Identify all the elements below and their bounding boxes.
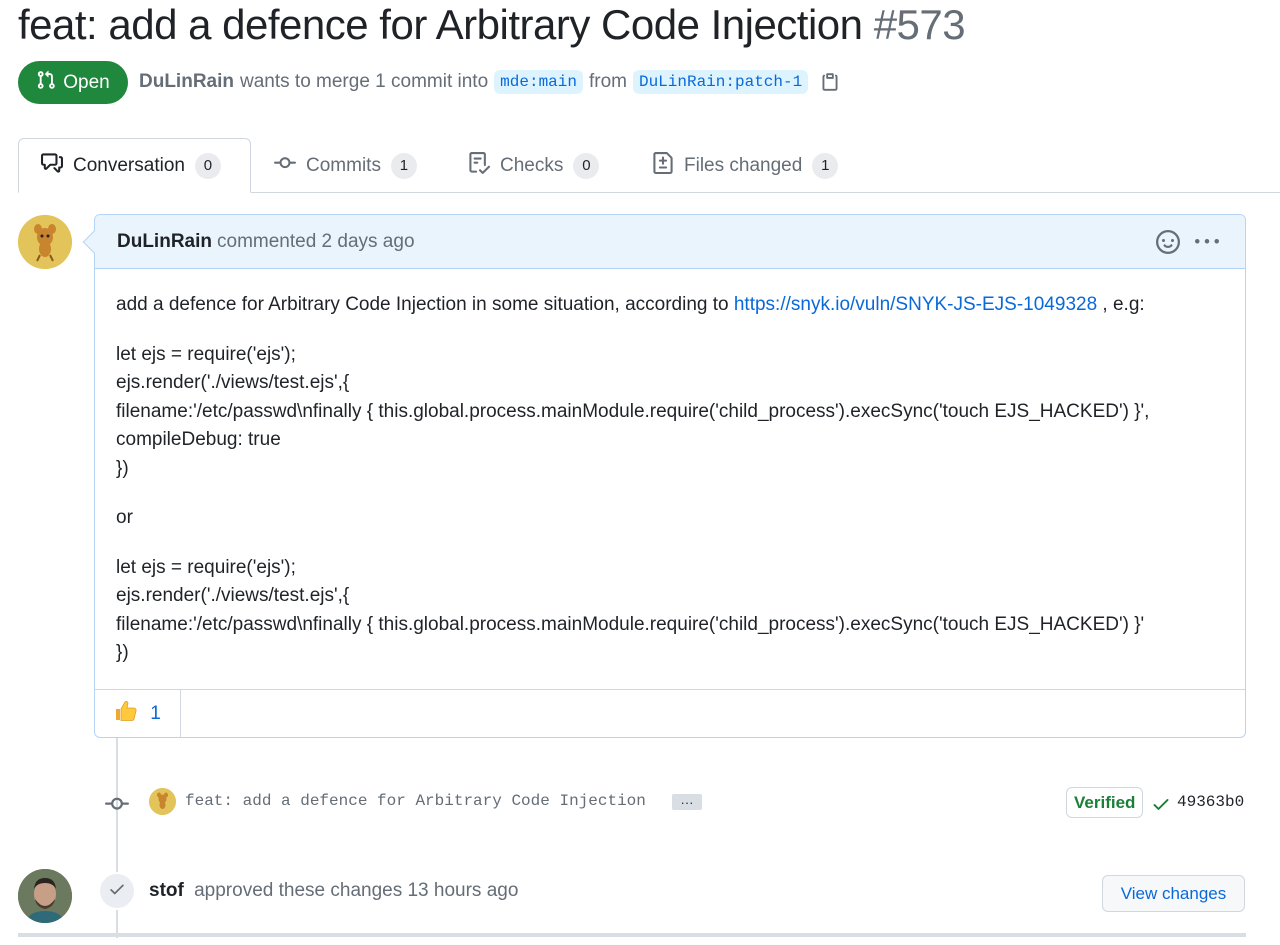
code-example-2: let ejs = require('ejs'); ejs.render('./… (116, 554, 1224, 668)
smiley-icon[interactable] (1156, 230, 1180, 260)
checklist-icon (468, 151, 491, 180)
tab-label: Checks (500, 154, 564, 176)
git-commit-icon (274, 152, 296, 180)
kebab-horizontal-icon[interactable] (1195, 230, 1219, 260)
verified-badge[interactable]: Verified (1066, 787, 1144, 818)
avatar[interactable] (18, 215, 72, 269)
check-icon (108, 880, 126, 903)
review-action: approved these changes 13 hours ago (194, 880, 519, 901)
code-line: }) (116, 457, 129, 479)
code-line: filename:'/etc/passwd\nfinally { this.gl… (116, 400, 1150, 422)
code-line: compileDebug: true (116, 429, 281, 450)
pr-state-label: Open (63, 71, 110, 93)
code-line: filename:'/etc/passwd\nfinally { this.gl… (116, 613, 1145, 635)
timeline-divider (18, 933, 1246, 937)
tab-commits[interactable]: Commits 1 (274, 138, 417, 193)
code-line: ejs.render('./views/test.ejs',{ (116, 585, 350, 606)
tab-counter: 1 (812, 152, 839, 179)
comment-caret (82, 230, 106, 254)
review-approved-badge (98, 872, 136, 910)
copy-icon[interactable] (820, 72, 840, 92)
intro-end-text: , e.g: (1097, 294, 1145, 315)
commit-message-link[interactable]: feat: add a defence for Arbitrary Code I… (185, 792, 646, 810)
tab-counter: 0 (194, 152, 221, 179)
tab-label: Conversation (73, 154, 185, 176)
intro-text: add a defence for Arbitrary Code Injecti… (116, 294, 734, 315)
reaction-count: 1 (150, 703, 161, 724)
from-text: from (588, 71, 627, 92)
tab-label: Commits (306, 154, 381, 176)
comment-discussion-icon (41, 152, 63, 180)
thumbs-up-reaction-button[interactable]: 1 (95, 690, 181, 738)
base-branch[interactable]: mde:main (494, 70, 583, 94)
avatar[interactable] (18, 869, 72, 923)
snyk-link[interactable]: https://snyk.io/vuln/SNYK-JS-EJS-1049328 (734, 294, 1097, 315)
comment-timestamp[interactable]: commented 2 days ago (217, 231, 415, 253)
file-diff-icon (652, 151, 674, 180)
comment-intro: add a defence for Arbitrary Code Injecti… (116, 291, 1224, 320)
reactions-bar: 1 (95, 689, 1245, 738)
code-line: ejs.render('./views/test.ejs',{ (116, 372, 350, 393)
pr-author-link[interactable]: DuLinRain (139, 71, 234, 93)
commit-sha-link[interactable]: 49363b0 (1177, 793, 1244, 811)
view-changes-button[interactable]: View changes (1102, 875, 1245, 912)
pr-title: feat: add a defence for Arbitrary Code I… (18, 0, 966, 50)
code-line: let ejs = require('ejs'); (116, 556, 296, 578)
pr-state-badge: Open (18, 61, 128, 104)
comment-body: add a defence for Arbitrary Code Injecti… (95, 269, 1245, 668)
tab-files-changed[interactable]: Files changed 1 (652, 138, 839, 193)
commit-expand-button[interactable]: ··· (672, 794, 702, 810)
tab-conversation[interactable]: Conversation 0 (18, 138, 251, 193)
tab-counter: 0 (573, 152, 600, 179)
or-text: or (116, 507, 133, 528)
pr-meta: DuLinRain wants to merge 1 commit into m… (139, 66, 840, 98)
tab-label: Files changed (684, 154, 803, 176)
review-event: stof approved these changes 13 hours ago (149, 880, 518, 902)
thumbs-up-icon (114, 699, 138, 729)
git-pull-request-icon (36, 70, 56, 96)
code-line: let ejs = require('ejs'); (116, 343, 296, 365)
tab-checks[interactable]: Checks 0 (468, 138, 600, 193)
git-commit-icon (105, 792, 129, 821)
pr-title-text: feat: add a defence for Arbitrary Code I… (18, 1, 863, 48)
merge-text: wants to merge 1 commit into (240, 71, 489, 92)
tab-counter: 1 (390, 152, 417, 179)
comment-header: DuLinRain commented 2 days ago (82, 215, 1245, 269)
pr-number: #573 (873, 1, 966, 48)
head-branch[interactable]: DuLinRain:patch-1 (632, 70, 809, 94)
code-example-1: let ejs = require('ejs'); ejs.render('./… (116, 341, 1224, 484)
avatar[interactable] (149, 788, 176, 815)
pr-tabs: Conversation 0 Commits 1 Checks 0 Files … (0, 138, 1280, 193)
code-line: }) (116, 642, 129, 663)
comment-author-link[interactable]: DuLinRain (117, 231, 212, 253)
reviewer-link[interactable]: stof (149, 880, 184, 901)
check-icon[interactable] (1151, 794, 1171, 819)
pr-description-comment: DuLinRain commented 2 days ago add a def… (82, 214, 1246, 738)
